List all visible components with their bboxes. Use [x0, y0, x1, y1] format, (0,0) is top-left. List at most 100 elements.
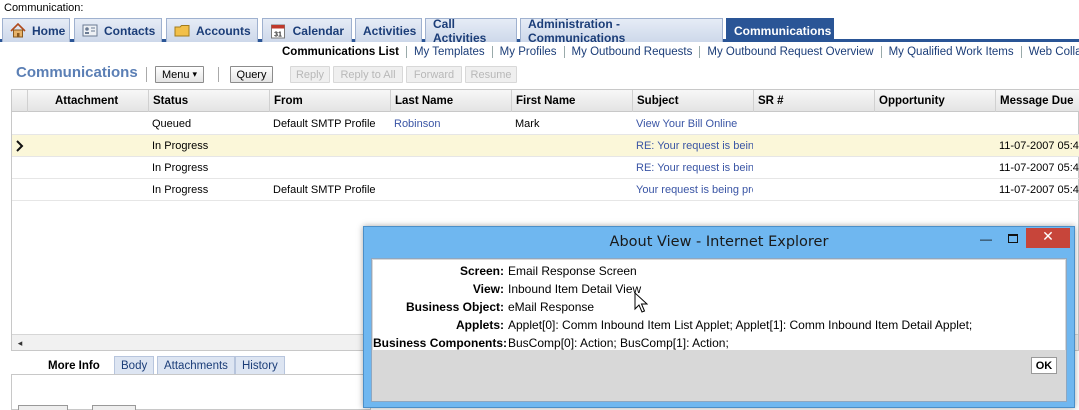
column-header-message-due[interactable]: Message Due — [995, 90, 1079, 112]
tab-accounts[interactable]: Accounts — [166, 18, 258, 42]
column-header-attachment[interactable]: Attachment — [27, 90, 150, 112]
cell-subject-link[interactable]: RE: Your request is bein — [632, 135, 753, 157]
cell-subject-link[interactable]: View Your Bill Online — [632, 113, 753, 135]
cell-status: In Progress — [152, 184, 209, 196]
tab-communications[interactable]: Communications — [726, 18, 834, 42]
row-selected-arrow-icon — [16, 140, 24, 152]
query-button[interactable]: Query — [230, 66, 273, 83]
view-link-bar: Communications List My Templates My Prof… — [275, 44, 1079, 60]
tab-accounts-label: Accounts — [196, 23, 251, 38]
toolbar-divider — [146, 67, 147, 82]
tab-administration-communications-label: Administration - Communications — [528, 16, 626, 45]
info-value: eMail Response — [508, 300, 595, 314]
info-label: Screen: — [459, 264, 504, 278]
table-row[interactable]: Queued Default SMTP Profile Robinson Mar… — [12, 113, 1079, 135]
table-row[interactable]: In Progress Default SMTP Profile Your re… — [12, 179, 1079, 201]
dialog-title: About View - Internet Explorer — [609, 234, 829, 250]
home-icon — [10, 23, 26, 39]
table-row-selected[interactable]: In Progress RE: Your request is bein 11-… — [12, 135, 1079, 157]
tab-home-label: Home — [32, 23, 66, 38]
info-value: Applet[0]: Comm Inbound Item List Applet… — [508, 318, 973, 332]
form-toolbar-button[interactable] — [18, 405, 68, 410]
info-value: Inbound Item Detail View — [508, 282, 642, 296]
info-value: Email Response Screen — [508, 264, 637, 278]
ok-button[interactable]: OK — [1031, 357, 1057, 374]
cell-status: In Progress — [152, 140, 209, 152]
toolbar-divider — [218, 67, 219, 82]
cell-message-due: 11-07-2007 05:4 — [999, 184, 1079, 196]
detail-form-panel — [11, 374, 371, 410]
column-header-subject[interactable]: Subject — [632, 90, 753, 112]
cell-from: Default SMTP Profile — [273, 118, 376, 130]
column-header-last-name[interactable]: Last Name — [390, 90, 511, 112]
tab-administration-communications[interactable]: Administration - Communications — [520, 16, 723, 45]
tab-attachments[interactable]: Attachments — [157, 356, 235, 374]
calendar-icon: 31 — [270, 23, 287, 39]
reply-button[interactable]: Reply — [290, 66, 330, 83]
info-label: View: — [472, 282, 504, 296]
calendar-icon-day: 31 — [274, 31, 282, 38]
cell-first-name: Mark — [515, 118, 540, 130]
reply-to-all-button[interactable]: Reply to All — [333, 66, 403, 83]
cell-message-due: 11-07-2007 05:4 — [999, 140, 1079, 152]
view-link-communications-list[interactable]: Communications List — [275, 46, 407, 58]
view-link-web-collaboration[interactable]: Web Collaborat — [1022, 46, 1079, 58]
contacts-card-icon — [82, 23, 98, 39]
tab-contacts[interactable]: Contacts — [74, 18, 162, 42]
form-toolbar-button[interactable] — [92, 405, 136, 410]
cell-status: In Progress — [152, 162, 209, 174]
column-header-first-name[interactable]: First Name — [511, 90, 632, 112]
view-link-my-outbound-requests[interactable]: My Outbound Requests — [565, 46, 701, 58]
tab-communications-label: Communications — [734, 23, 832, 38]
resume-button[interactable]: Resume — [465, 66, 517, 83]
screen-tab-bar: Home Contacts Accounts 31 Calendar Activ… — [0, 16, 1079, 45]
list-header: Attachment Status From Last Name First N… — [12, 90, 1079, 112]
forward-button[interactable]: Forward — [406, 66, 462, 83]
cell-status: Queued — [152, 118, 192, 130]
folder-icon — [174, 23, 190, 39]
info-label: Business Object: — [405, 300, 504, 314]
column-header-from[interactable]: From — [269, 90, 390, 112]
cell-subject-link[interactable]: RE: Your request is bein — [632, 157, 753, 179]
close-icon[interactable]: ✕ — [1026, 228, 1070, 248]
view-link-my-qualified-work-items[interactable]: My Qualified Work Items — [882, 46, 1022, 58]
tab-contacts-label: Contacts — [104, 23, 156, 38]
tab-home[interactable]: Home — [2, 18, 70, 42]
tab-calendar-label: Calendar — [292, 23, 344, 38]
column-header-status[interactable]: Status — [148, 90, 269, 112]
maximize-icon[interactable] — [1000, 230, 1026, 250]
cell-last-name-link[interactable]: Robinson — [390, 113, 511, 135]
cell-subject-link[interactable]: Your request is being pro — [632, 179, 753, 201]
about-view-dialog: About View - Internet Explorer — ✕ Scree… — [363, 226, 1075, 408]
tab-call-activities[interactable]: Call Activities — [425, 16, 517, 45]
view-link-my-profiles[interactable]: My Profiles — [493, 46, 565, 58]
mouse-pointer-icon — [634, 292, 648, 313]
info-value: BusComp[0]: Action; BusComp[1]: Action; — [508, 336, 729, 350]
applet-title: Communications — [16, 64, 138, 81]
tab-activities[interactable]: Activities — [355, 18, 422, 42]
cell-message-due — [995, 113, 1079, 135]
scroll-left-arrow-icon[interactable]: ◂ — [14, 337, 26, 349]
column-header-sr-number[interactable]: SR # — [753, 90, 874, 112]
info-label: Business Components: — [373, 336, 508, 350]
table-row[interactable]: In Progress RE: Your request is bein 11-… — [12, 157, 1079, 179]
menu-button[interactable]: Menu ▾ — [155, 66, 204, 83]
info-label: Applets: — [456, 318, 504, 332]
tab-body[interactable]: Body — [114, 356, 155, 374]
menu-button-label: Menu — [161, 68, 190, 81]
cell-message-due: 11-07-2007 05:4 — [999, 162, 1079, 174]
chevron-down-icon: ▾ — [192, 69, 198, 79]
dialog-body: Screen: Email Response Screen View: Inbo… — [371, 258, 1067, 402]
view-info-panel: Screen: Email Response Screen View: Inbo… — [373, 260, 1065, 350]
cell-from: Default SMTP Profile — [273, 184, 376, 196]
minimize-icon[interactable]: — — [973, 230, 999, 250]
column-header-opportunity[interactable]: Opportunity — [874, 90, 995, 112]
tab-history[interactable]: History — [235, 356, 285, 374]
tab-more-info[interactable]: More Info — [41, 356, 107, 374]
view-link-my-outbound-request-overview[interactable]: My Outbound Request Overview — [700, 46, 882, 58]
tab-calendar[interactable]: 31 Calendar — [262, 18, 352, 42]
tab-call-activities-label: Call Activities — [433, 16, 487, 45]
view-link-my-templates[interactable]: My Templates — [407, 46, 493, 58]
tab-activities-label: Activities — [363, 23, 417, 38]
page-header-label: Communication: — [0, 0, 1079, 16]
